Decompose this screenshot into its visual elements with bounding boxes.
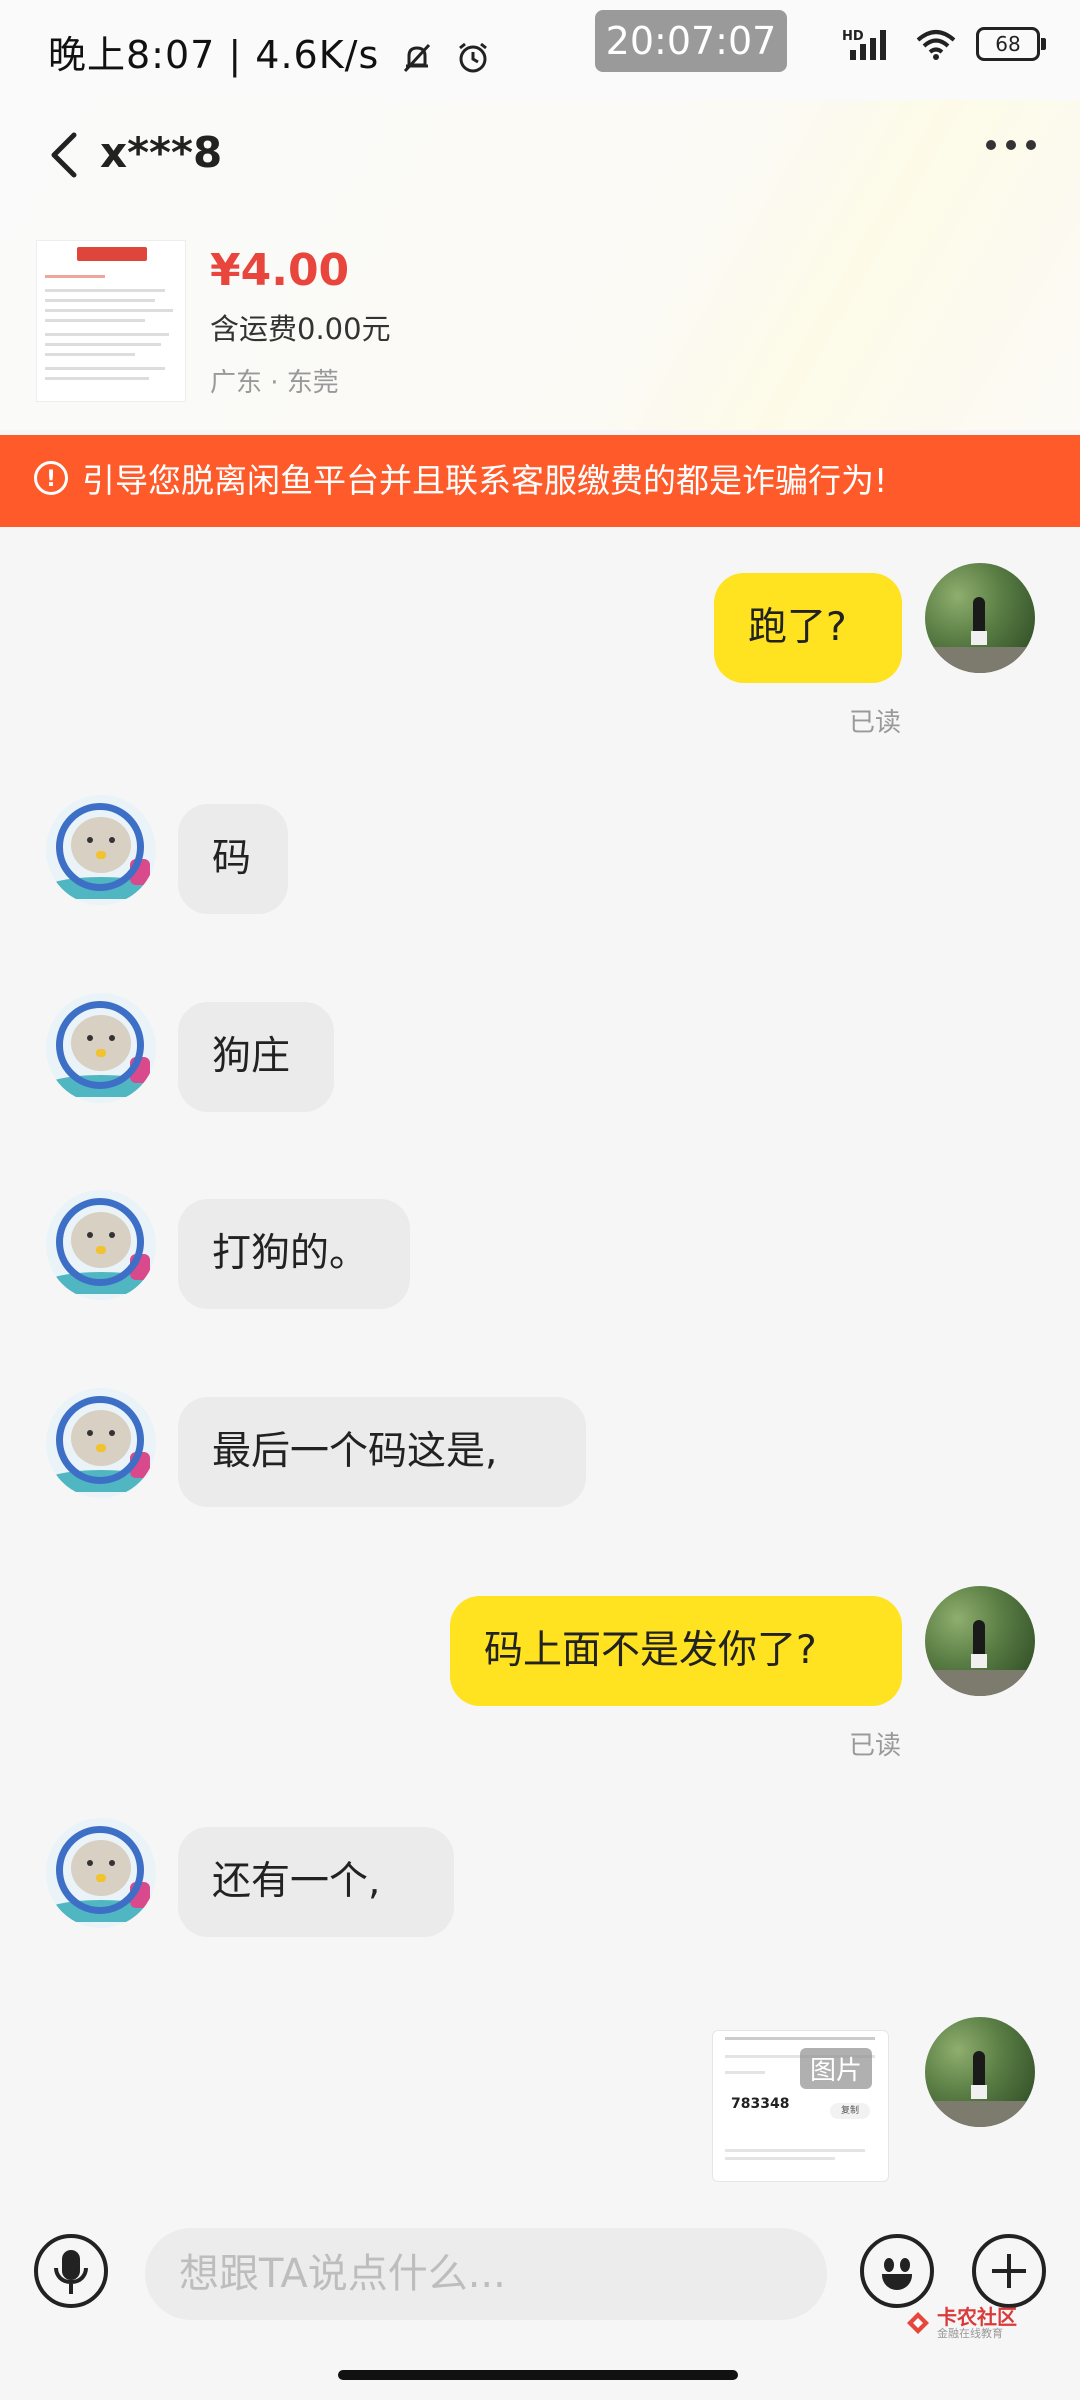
my-avatar[interactable] bbox=[925, 1586, 1035, 1696]
more-dots-icon[interactable] bbox=[986, 140, 1036, 150]
message-bubble-received[interactable]: 还有一个, bbox=[178, 1827, 454, 1937]
home-indicator[interactable] bbox=[338, 2370, 738, 2380]
watermark-title: 卡农社区 bbox=[937, 2305, 1017, 2329]
back-arrow-icon[interactable] bbox=[44, 130, 84, 180]
warning-icon bbox=[34, 434, 68, 526]
contact-avatar[interactable] bbox=[46, 993, 156, 1103]
contact-avatar[interactable] bbox=[46, 1388, 156, 1498]
status-left: 晚上8:07 | 4.6K/s bbox=[48, 24, 491, 79]
message-bubble-received[interactable]: 打狗的。 bbox=[178, 1199, 410, 1309]
message-bubble-received[interactable]: 最后一个码这是, bbox=[178, 1397, 586, 1507]
silent-bell-icon bbox=[404, 43, 431, 72]
product-location: 广东 · 东莞 bbox=[210, 368, 339, 398]
fraud-warning-banner: 引导您脱离闲鱼平台并且联系客服缴费的都是诈骗行为! bbox=[0, 434, 1080, 527]
message-bubble-sent[interactable]: 跑了? bbox=[714, 573, 902, 683]
signal-icon: HD bbox=[842, 29, 886, 60]
my-avatar[interactable] bbox=[925, 563, 1035, 673]
message-input[interactable] bbox=[145, 2228, 827, 2320]
battery-icon: 68 bbox=[976, 27, 1046, 61]
message-bubble-sent[interactable]: 码上面不是发你了? bbox=[450, 1596, 902, 1706]
message-bubble-received[interactable]: 码 bbox=[178, 804, 288, 914]
image-copy-label: 复制 bbox=[830, 2103, 870, 2119]
status-right: HD 68 bbox=[842, 26, 1046, 62]
status-time-speed: 晚上8:07 | 4.6K/s bbox=[48, 33, 380, 77]
emoji-icon[interactable] bbox=[860, 2234, 934, 2308]
warning-text: 引导您脱离闲鱼平台并且联系客服缴费的都是诈骗行为! bbox=[82, 461, 888, 500]
plus-icon[interactable] bbox=[972, 2234, 1046, 2308]
product-shipping: 含运费0.00元 bbox=[210, 312, 391, 346]
contact-avatar[interactable] bbox=[46, 1190, 156, 1300]
chat-title: x***8 bbox=[100, 128, 223, 177]
watermark-subtitle: 金融在线教育 bbox=[937, 2327, 1003, 2340]
read-status: 已读 bbox=[849, 708, 902, 738]
status-bar: 晚上8:07 | 4.6K/s 20:07:07 HD 68 bbox=[0, 0, 1080, 100]
microphone-icon[interactable] bbox=[34, 2234, 108, 2308]
read-status: 已读 bbox=[849, 1731, 902, 1761]
contact-avatar[interactable] bbox=[46, 1818, 156, 1928]
watermark-logo-icon bbox=[907, 2312, 929, 2334]
contact-avatar[interactable] bbox=[46, 795, 156, 905]
image-tag: 图片 bbox=[800, 2048, 873, 2089]
product-price: ¥4.00 bbox=[210, 245, 350, 296]
screen-clock: 20:07:07 bbox=[595, 10, 787, 72]
my-avatar[interactable] bbox=[925, 2017, 1035, 2127]
watermark: 卡农社区 金融在线教育 bbox=[905, 2306, 1017, 2340]
product-thumbnail[interactable] bbox=[36, 240, 186, 402]
image-code: 783348 bbox=[731, 2096, 790, 2112]
wifi-icon bbox=[916, 30, 956, 60]
alarm-icon bbox=[459, 42, 488, 72]
message-bubble-received[interactable]: 狗庄 bbox=[178, 1002, 334, 1112]
network-type: HD bbox=[842, 29, 864, 44]
